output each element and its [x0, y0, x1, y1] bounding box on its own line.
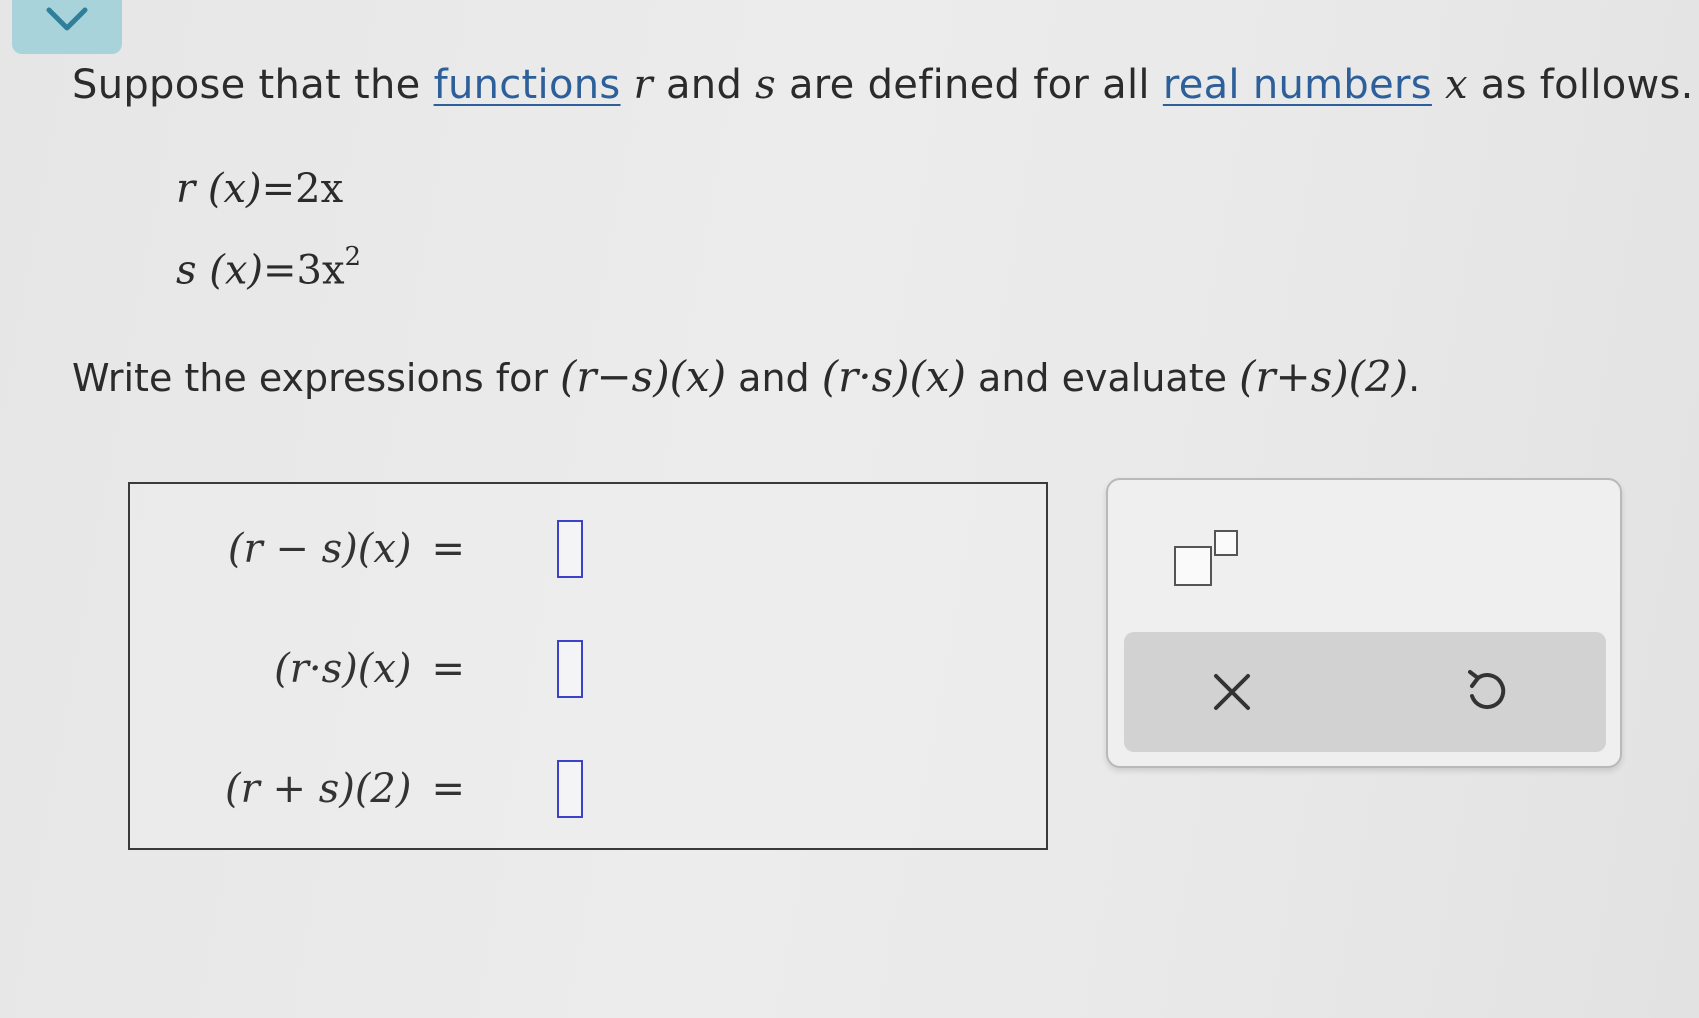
superscript-template-button[interactable] [1162, 524, 1242, 594]
collapse-toggle-button[interactable] [12, 0, 122, 54]
equals-sign: = [431, 646, 465, 692]
question-part: . [1408, 356, 1421, 400]
variable-x: x [1444, 62, 1468, 108]
prompt-text: as follows. [1467, 62, 1694, 108]
close-icon [1214, 674, 1250, 710]
variable-r: r [633, 62, 653, 108]
expression-sum: (r+s)(2) [1239, 352, 1409, 401]
definition-s: s (x)=3x2 [176, 242, 361, 294]
functions-link[interactable]: functions [434, 62, 621, 108]
definition-r: r (x)=2x [176, 166, 343, 212]
superscript-template-icon [1174, 546, 1212, 586]
prompt-text: and [652, 62, 756, 108]
question-part: Write the expressions for [72, 356, 561, 400]
action-bar [1124, 632, 1606, 752]
answer-input-product[interactable] [557, 640, 583, 698]
problem-statement: Suppose that the functions r and s are d… [72, 62, 1694, 108]
expression-product: (r·s)(x) [821, 352, 966, 401]
answer-input-sum[interactable] [557, 760, 583, 818]
undo-button[interactable] [1456, 662, 1516, 722]
math-tool-panel [1106, 478, 1622, 768]
answer-label: (r + s)(2) [225, 766, 412, 812]
definition-lhs: r (x) [176, 166, 262, 212]
question-part: and [726, 356, 822, 400]
expression-difference: (r−s)(x) [560, 352, 727, 401]
clear-button[interactable] [1202, 662, 1262, 722]
question-text: Write the expressions for (r−s)(x) and (… [72, 352, 1420, 401]
chevron-down-icon [46, 7, 88, 31]
definition-rhs: =3x [263, 247, 345, 294]
answer-row-sum: (r + s)(2) = [225, 754, 583, 824]
undo-icon [1468, 670, 1506, 710]
answer-label: (r − s)(x) [227, 526, 412, 572]
answer-label: (r·s)(x) [274, 646, 412, 692]
answer-area: (r − s)(x) = (r·s)(x) = (r + s)(2) = [128, 482, 1048, 850]
variable-s: s [755, 62, 776, 108]
prompt-text: are defined for all [775, 62, 1163, 108]
real-numbers-link[interactable]: real numbers [1163, 62, 1432, 108]
definition-rhs: =2x [261, 166, 344, 212]
prompt-text: Suppose that the [72, 62, 434, 108]
equals-sign: = [431, 526, 465, 572]
answer-input-difference[interactable] [557, 520, 583, 578]
exponent: 2 [344, 242, 362, 272]
definition-lhs: s (x) [176, 247, 264, 294]
answer-row-product: (r·s)(x) = [274, 634, 583, 704]
answer-row-difference: (r − s)(x) = [227, 514, 583, 584]
question-part: and evaluate [965, 356, 1240, 400]
superscript-slot-icon [1214, 530, 1238, 556]
equals-sign: = [431, 766, 465, 812]
